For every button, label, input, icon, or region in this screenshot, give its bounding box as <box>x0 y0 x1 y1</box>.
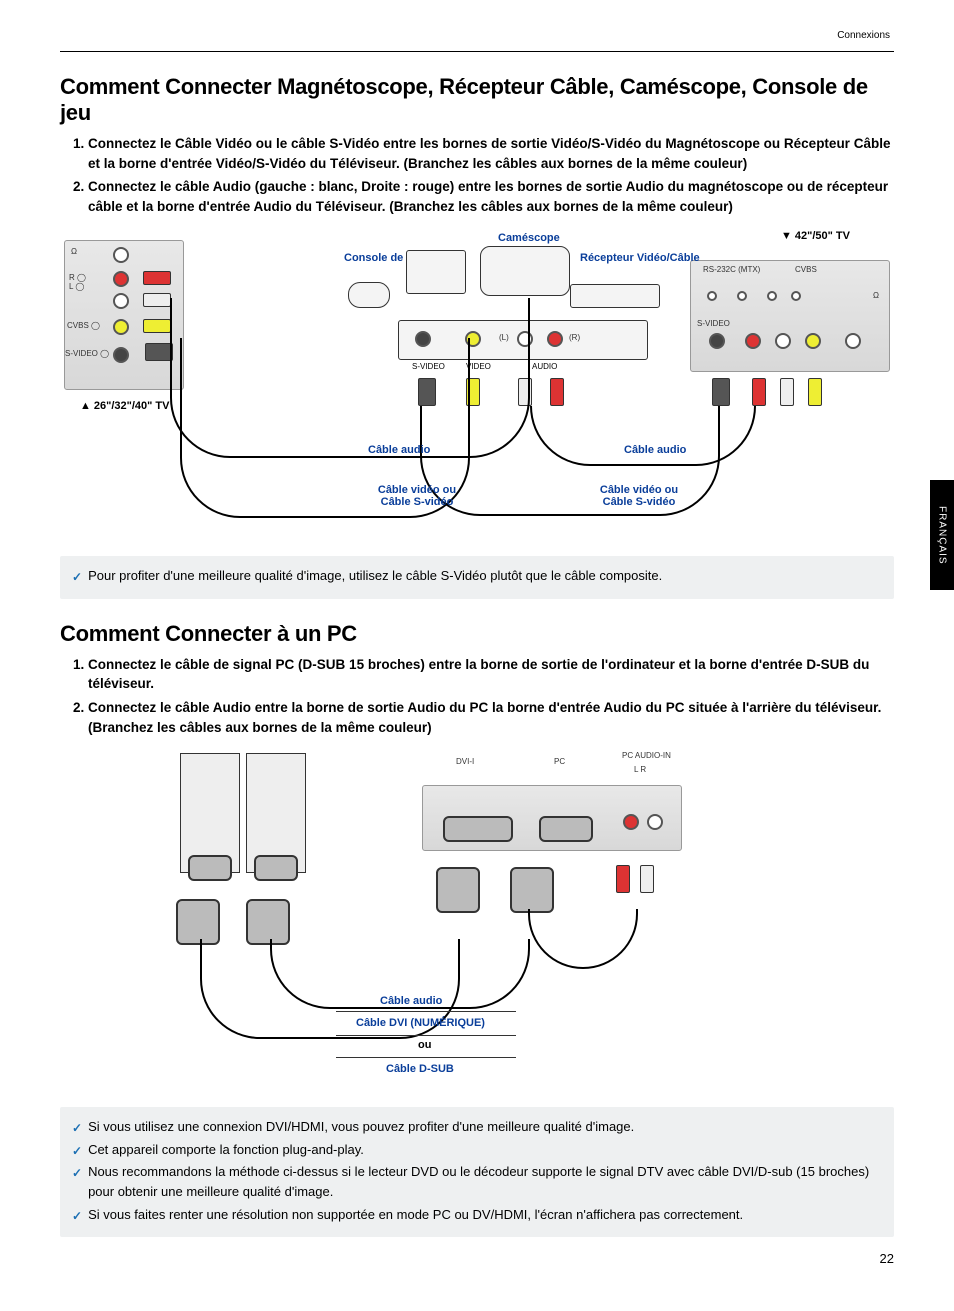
game-console-icon <box>406 250 466 294</box>
label-cable-audio: Câble audio <box>380 995 442 1007</box>
section2-title: Comment Connecter à un PC <box>60 621 894 647</box>
label-camescope: Caméscope <box>498 232 560 244</box>
note-text: Cet appareil comporte la fonction plug-a… <box>88 1140 364 1160</box>
check-icon: ✓ <box>72 568 82 587</box>
diagram-av: 42"/50" TV 26"/32"/40" TV Ω R ◯L ◯ CVBS … <box>60 228 894 548</box>
tv-panel-right: RS-232C (MTX) CVBS Ω S-VIDEO <box>690 260 890 372</box>
note-box-1: ✓ Pour profiter d'une meilleure qualité … <box>60 556 894 599</box>
tv-panel-left: Ω R ◯L ◯ CVBS ◯ S-VIDEO ◯ <box>64 240 184 390</box>
label-cable-video-r: Câble vidéo ou Câble S-vidéo <box>584 484 694 508</box>
step: Connectez le Câble Vidéo ou le câble S-V… <box>88 134 894 173</box>
camcorder-icon <box>480 246 570 296</box>
note-text: Pour profiter d'une meilleure qualité d'… <box>88 566 662 586</box>
vcr-icon <box>570 284 660 308</box>
label-cable-video-l: Câble vidéo ou Câble S-vidéo <box>362 484 472 508</box>
label-ou: ou <box>418 1039 431 1051</box>
label-dvi: DVI-I <box>456 757 474 766</box>
label-cable-dvi: Câble DVI (NUMÉRIQUE) <box>356 1017 485 1029</box>
label-audio: AUDIO <box>532 362 557 371</box>
check-icon: ✓ <box>72 1164 82 1183</box>
page-number: 22 <box>60 1251 894 1266</box>
step: Connectez le câble de signal PC (D-SUB 1… <box>88 655 894 694</box>
check-icon: ✓ <box>72 1207 82 1226</box>
check-icon: ✓ <box>72 1142 82 1161</box>
header-section: Connexions <box>60 30 894 41</box>
section1-steps: Connectez le Câble Vidéo ou le câble S-V… <box>60 134 894 216</box>
label-tv-big: 42"/50" TV <box>781 230 850 242</box>
tv-pc-panel <box>422 785 682 851</box>
note-text: Si vous faites renter une résolution non… <box>88 1205 743 1225</box>
label-tv-small: 26"/32"/40" TV <box>80 400 169 412</box>
language-tab: FRANÇAIS <box>930 480 954 590</box>
step: Connectez le câble Audio entre la borne … <box>88 698 894 737</box>
label-cable-audio-r: Câble audio <box>624 444 686 456</box>
label-cable-audio-l: Câble audio <box>368 444 430 456</box>
diagram-pc: DVI-I PC PC AUDIO-IN L R Câble audio Câb… <box>60 749 894 1099</box>
section1-title: Comment Connecter Magnétoscope, Récepteu… <box>60 74 894 126</box>
label-pc-audio: PC AUDIO-IN <box>622 751 682 760</box>
section2-steps: Connectez le câble de signal PC (D-SUB 1… <box>60 655 894 737</box>
check-icon: ✓ <box>72 1119 82 1138</box>
step: Connectez le câble Audio (gauche : blanc… <box>88 177 894 216</box>
divider <box>60 51 894 52</box>
label-receiver: Récepteur Vidéo/Câble <box>580 252 700 264</box>
label-lr: L R <box>634 765 646 774</box>
label-pc: PC <box>554 757 565 766</box>
note-box-2: ✓ Si vous utilisez une connexion DVI/HDMI… <box>60 1107 894 1237</box>
label-cable-dsub: Câble D-SUB <box>386 1063 454 1075</box>
note-text: Si vous utilisez une connexion DVI/HDMI,… <box>88 1117 634 1137</box>
note-text: Nous recommandons la méthode ci-dessus s… <box>88 1162 882 1202</box>
